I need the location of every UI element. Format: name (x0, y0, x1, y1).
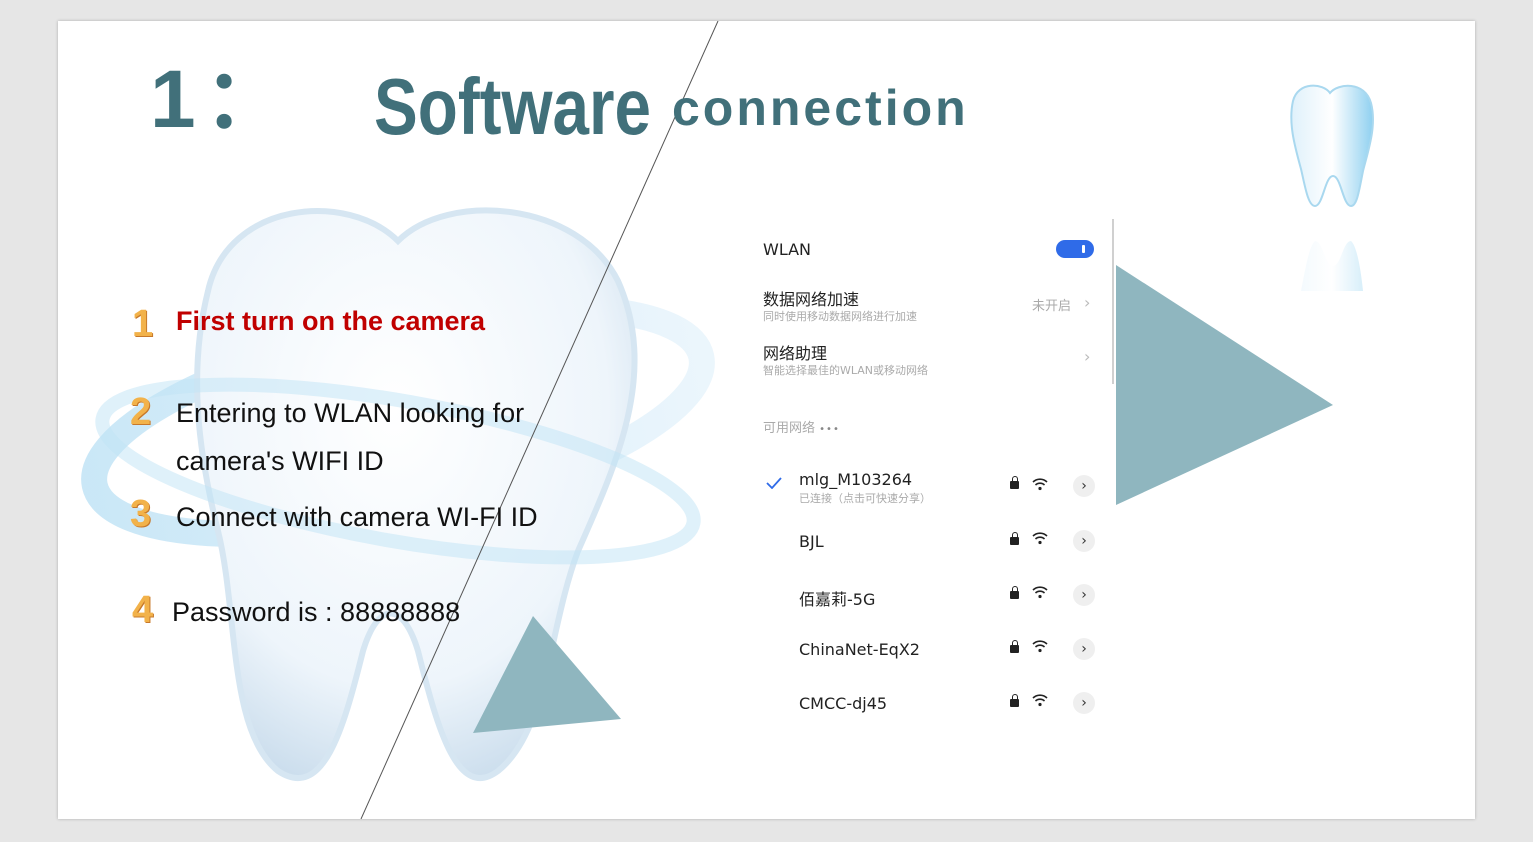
check-icon (766, 477, 782, 489)
assistant-title: 网络助理 (763, 344, 828, 363)
wifi-icon (1032, 532, 1048, 545)
network-name: mlg_M103264 (799, 470, 913, 489)
wifi-icon (1032, 640, 1048, 653)
network-row[interactable]: mlg_M103264 已连接（点击可快速分享） › (746, 470, 1098, 510)
accent-triangle-small (473, 616, 621, 733)
step-text-2b: camera's WIFI ID (176, 446, 384, 476)
step-number-3: 3 (130, 493, 152, 535)
step-number-4: 4 (132, 589, 154, 631)
step-number-1: 1 (132, 303, 154, 345)
network-name: ChinaNet-EqX2 (799, 640, 920, 659)
title-number: 1： (150, 54, 294, 145)
accel-title: 数据网络加速 (763, 290, 860, 309)
wifi-icon (1032, 586, 1048, 599)
network-name: CMCC-dj45 (799, 694, 888, 713)
wlan-title: WLAN (763, 240, 812, 259)
chevron-right-icon[interactable]: › (1073, 638, 1095, 660)
assistant-subtitle: 智能选择最佳的WLAN或移动网络 (763, 364, 929, 377)
tooth-icon (1290, 84, 1374, 291)
chevron-right-icon[interactable]: › (1073, 584, 1095, 606)
network-row[interactable]: 佰嘉莉-5G › (746, 584, 1098, 626)
network-name: BJL (799, 532, 824, 551)
lock-icon (1010, 586, 1019, 599)
page-title: Software (374, 62, 652, 151)
network-status: 已连接（点击可快速分享） (799, 492, 931, 505)
chevron-right-icon[interactable]: › (1084, 293, 1090, 312)
network-row[interactable]: BJL › (746, 530, 1098, 572)
lock-icon (1010, 694, 1019, 707)
network-name: 佰嘉莉-5G (799, 590, 876, 609)
wifi-icon (1032, 694, 1048, 707)
accent-triangle-large (1116, 265, 1333, 505)
accel-subtitle: 同时使用移动数据网络进行加速 (763, 310, 917, 323)
slide: 1： Software connection 1 First turn on t… (58, 21, 1475, 819)
available-networks-label: 可用网络 ••• (763, 417, 840, 436)
available-networks-text: 可用网络 (763, 421, 816, 436)
lock-icon (1010, 640, 1019, 653)
step-text-3: Connect with camera WI-FI ID (176, 502, 538, 532)
page-subtitle: connection (672, 80, 969, 136)
wlan-settings-panel: WLAN 数据网络加速 同时使用移动数据网络进行加速 未开启 › 网络助理 智能… (746, 219, 1124, 739)
step-number-2: 2 (130, 391, 152, 433)
chevron-right-icon[interactable]: › (1073, 692, 1095, 714)
scrollbar[interactable] (1112, 219, 1114, 384)
network-row[interactable]: ChinaNet-EqX2 › (746, 638, 1098, 680)
accel-value: 未开启 (1032, 299, 1072, 314)
wifi-icon (1032, 478, 1048, 491)
step-text-4: Password is : 88888888 (172, 597, 461, 627)
network-row[interactable]: CMCC-dj45 › (746, 692, 1098, 734)
chevron-right-icon[interactable]: › (1084, 347, 1090, 366)
lock-icon (1010, 532, 1019, 545)
chevron-right-icon[interactable]: › (1073, 530, 1095, 552)
loading-dots-icon: ••• (819, 424, 840, 435)
chevron-right-icon[interactable]: › (1073, 475, 1095, 497)
lock-icon (1010, 476, 1019, 489)
wlan-toggle[interactable] (1056, 240, 1094, 258)
step-text-2a: Entering to WLAN looking for (176, 398, 525, 428)
step-text-1: First turn on the camera (176, 306, 486, 336)
